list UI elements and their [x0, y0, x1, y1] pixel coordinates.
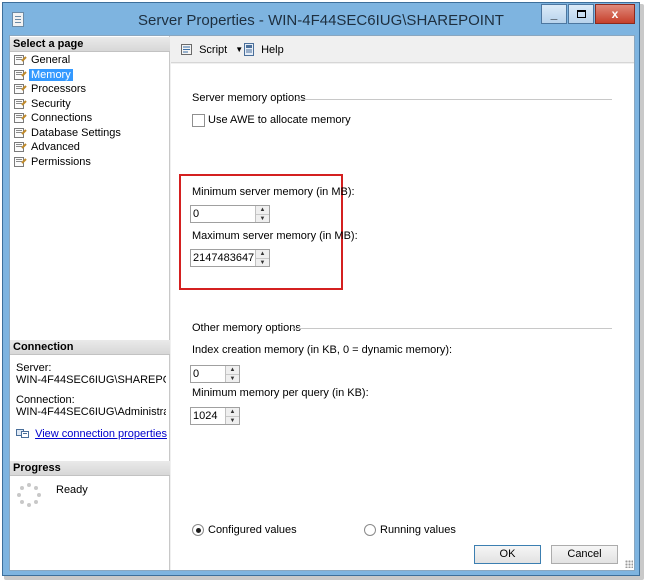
ok-button[interactable]: OK	[474, 545, 541, 564]
help-label: Help	[261, 44, 284, 56]
connection-header: Connection	[10, 340, 170, 355]
page-wrench-icon	[14, 127, 27, 138]
help-book-icon	[244, 43, 254, 56]
page-item-label: Connections	[31, 112, 93, 124]
page-wrench-icon	[14, 55, 27, 65]
page-item-security[interactable]: Security	[14, 97, 121, 112]
page-item-database-settings[interactable]: Database Settings	[14, 126, 121, 141]
configured-values-radio[interactable]	[192, 524, 204, 536]
spinner-up-icon[interactable]: ▲	[256, 250, 269, 258]
spinner-down-icon[interactable]: ▼	[256, 258, 269, 266]
progress-status-text: Ready	[56, 484, 88, 496]
page-item-label: Processors	[31, 83, 87, 95]
page-item-general[interactable]: General	[14, 53, 121, 68]
cancel-button[interactable]: Cancel	[551, 545, 618, 564]
maximize-button[interactable]	[568, 4, 594, 24]
spinner-arrows[interactable]: ▲ ▼	[255, 250, 269, 266]
page-item-advanced[interactable]: Advanced	[14, 140, 121, 155]
select-page-header: Select a page	[10, 37, 170, 52]
close-icon: x	[611, 7, 619, 21]
server-memory-options-header: Server memory options	[192, 92, 306, 104]
connection-label: Connection:	[16, 394, 75, 406]
spinner-arrows[interactable]: ▲ ▼	[255, 206, 269, 222]
max-server-memory-spinner[interactable]: 2147483647 ▲ ▼	[190, 249, 270, 267]
spinner-down-icon[interactable]: ▼	[226, 374, 239, 382]
resize-grip-icon[interactable]	[625, 560, 633, 568]
connection-properties-icon	[16, 429, 29, 438]
server-label: Server:	[16, 362, 52, 374]
spinner-up-icon[interactable]: ▲	[256, 206, 269, 214]
min-server-memory-spinner[interactable]: 0 ▲ ▼	[190, 205, 270, 223]
index-creation-memory-spinner[interactable]: 0 ▲ ▼	[190, 365, 240, 383]
page-item-permissions[interactable]: Permissions	[14, 155, 121, 170]
min-server-memory-label: Minimum server memory (in MB):	[192, 186, 355, 198]
page-wrench-icon	[14, 113, 27, 123]
script-button[interactable]: Script ▼	[180, 43, 243, 57]
progress-spinner-icon	[17, 483, 41, 507]
spinner-down-icon[interactable]: ▼	[226, 416, 239, 424]
page-wrench-icon	[14, 156, 27, 167]
page-wrench-icon	[14, 69, 27, 80]
script-label: Script	[199, 44, 228, 56]
running-values-radio[interactable]	[364, 524, 376, 536]
spinner-arrows[interactable]: ▲ ▼	[225, 408, 239, 424]
index-creation-memory-label: Index creation memory (in KB, 0 = dynami…	[192, 344, 453, 356]
min-memory-per-query-value: 1024	[193, 410, 218, 422]
help-button[interactable]: Help	[242, 43, 284, 57]
page-item-label: Database Settings	[31, 126, 121, 139]
title-bar[interactable]: Server Properties - WIN-4F44SEC6IUG\SHAR…	[3, 3, 639, 35]
page-item-connections[interactable]: Connections	[14, 111, 121, 126]
index-creation-memory-value: 0	[193, 368, 200, 380]
dialog-button-bar: OK Cancel	[10, 541, 636, 571]
toolbar: Script ▼ Help	[171, 36, 634, 63]
close-button[interactable]: x	[595, 4, 635, 24]
right-pane: Script ▼ Help Server memory options Use …	[171, 36, 634, 570]
running-values-label: Running values	[380, 524, 456, 536]
left-pane: Select a page General Memory Processors …	[10, 36, 170, 570]
max-server-memory-label: Maximum server memory (in MB):	[192, 230, 358, 242]
progress-status: Ready	[16, 482, 166, 512]
spinner-down-icon[interactable]: ▼	[256, 214, 269, 222]
page-item-label: Permissions	[31, 155, 91, 168]
view-connection-properties-link[interactable]: View connection properties	[35, 428, 167, 440]
page-item-label: General	[31, 54, 71, 66]
other-memory-options-header: Other memory options	[192, 322, 301, 334]
group-divider	[296, 99, 612, 100]
maximize-icon	[576, 10, 586, 18]
connection-value: WIN-4F44SEC6IUG\Administrator	[16, 406, 166, 418]
max-server-memory-value: 2147483647	[193, 252, 255, 264]
spinner-arrows[interactable]: ▲ ▼	[225, 366, 239, 382]
dialog-client-area: Select a page General Memory Processors …	[9, 35, 635, 571]
progress-header: Progress	[10, 461, 170, 476]
page-item-processors[interactable]: Processors	[14, 82, 121, 97]
page-item-memory[interactable]: Memory	[14, 68, 121, 83]
use-awe-checkbox[interactable]	[192, 114, 205, 127]
memory-page: Server memory options Use AWE to allocat…	[171, 64, 634, 570]
minimize-button[interactable]: _	[541, 4, 567, 24]
group-divider	[292, 328, 612, 329]
server-value: WIN-4F44SEC6IUG\SHAREPOIN	[16, 374, 166, 386]
min-memory-per-query-spinner[interactable]: 1024 ▲ ▼	[190, 407, 240, 425]
use-awe-label: Use AWE to allocate memory	[208, 114, 351, 126]
spinner-up-icon[interactable]: ▲	[226, 408, 239, 416]
view-connection-properties-row: View connection properties	[16, 428, 167, 440]
server-properties-window: Server Properties - WIN-4F44SEC6IUG\SHAR…	[2, 2, 640, 576]
page-wrench-icon	[14, 98, 27, 109]
minimize-icon: _	[550, 7, 558, 21]
spinner-up-icon[interactable]: ▲	[226, 366, 239, 374]
page-wrench-icon	[14, 142, 27, 152]
page-item-label: Advanced	[31, 141, 80, 153]
connection-info: Server: WIN-4F44SEC6IUG\SHAREPOIN Connec…	[16, 362, 166, 418]
min-server-memory-value: 0	[193, 208, 200, 220]
page-wrench-icon	[14, 84, 27, 94]
configured-values-label: Configured values	[208, 524, 297, 536]
min-memory-per-query-label: Minimum memory per query (in KB):	[192, 387, 369, 399]
script-icon	[181, 44, 192, 55]
page-item-label: Security	[31, 97, 71, 110]
page-item-label: Memory	[29, 68, 73, 81]
page-list: General Memory Processors Security Conne…	[14, 53, 121, 169]
